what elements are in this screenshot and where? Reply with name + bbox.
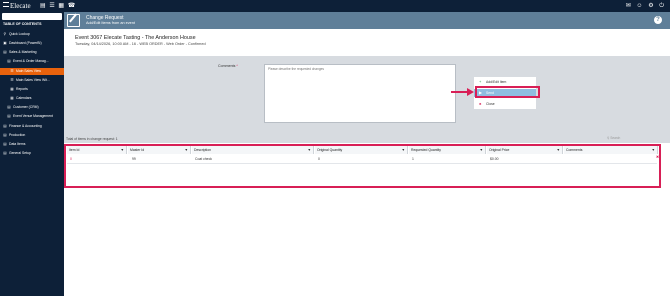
sidebar-item-label: Finance & Accounting xyxy=(9,124,42,128)
sidebar-item-label: Main Sales View xyxy=(16,69,42,73)
sidebar-item-main-sales-view[interactable]: ☰ Main Sales View xyxy=(0,68,64,75)
sidebar-item-label: Calendars xyxy=(16,96,32,100)
sidebar: TABLE OF CONTENTS ⚲ Quick Lookup ▣ Dashboa… xyxy=(0,12,64,296)
logo-text: Elecate xyxy=(10,2,31,10)
table-highlight xyxy=(64,144,661,188)
sidebar-item-dashboard[interactable]: ▣ Dashboard (PowerBI) xyxy=(0,40,64,47)
sidebar-item-production[interactable]: ▤ Production xyxy=(0,132,64,139)
search-icon: ⚲ xyxy=(3,32,7,36)
sidebar-item-finance[interactable]: ▤ Finance & Accounting xyxy=(0,123,64,130)
event-title: Event 3067 Elecate Tasting - The Anderso… xyxy=(75,35,196,41)
page-subtitle: Add/Edit Items from an event xyxy=(86,21,135,25)
app-logo[interactable]: Elecate xyxy=(3,2,31,10)
sidebar-item-event-venue[interactable]: ▤ Event Venue Management xyxy=(0,113,64,120)
list-icon: ☰ xyxy=(10,78,14,82)
arrow-annotation xyxy=(451,91,468,93)
folder-icon: ▤ xyxy=(7,114,11,118)
folder-icon: ▤ xyxy=(7,59,11,63)
sidebar-item-label: Main Sales View Wit... xyxy=(16,78,50,82)
items-total-label: Total of items in change request: 1 xyxy=(66,137,118,141)
folder-icon: ▤ xyxy=(3,124,7,128)
list-icon: ☰ xyxy=(10,69,14,73)
sidebar-item-sales-marketing[interactable]: ▤ Sales & Marketing xyxy=(0,49,64,56)
calendar-icon: ▦ xyxy=(10,96,14,100)
reports-icon: ▦ xyxy=(10,87,14,91)
edit-icon xyxy=(67,14,80,27)
close-button[interactable]: ✖ Close xyxy=(474,100,536,108)
sidebar-item-label: Event Venue Management xyxy=(13,114,53,118)
help-icon[interactable]: ? xyxy=(654,16,662,24)
comments-label: Comments * xyxy=(218,64,238,68)
sidebar-item-reports[interactable]: ▦ Reports xyxy=(0,86,64,93)
sidebar-item-label: Customer (CRM) xyxy=(13,105,39,109)
page-header xyxy=(64,12,670,29)
close-label: Close xyxy=(486,102,495,106)
close-icon: ✖ xyxy=(479,102,482,106)
comments-label-text: Comments xyxy=(218,64,236,68)
top-right-icons[interactable]: ✉ ☺ ⚙ ⏻ xyxy=(626,2,666,10)
add-edit-item-label: Add/Edit Item xyxy=(486,80,507,84)
menu-icon[interactable] xyxy=(3,2,9,7)
dashboard-icon: ▣ xyxy=(3,41,7,45)
required-marker: * xyxy=(236,64,238,68)
add-edit-item-button[interactable]: + Add/Edit Item xyxy=(474,78,536,86)
folder-icon: ▤ xyxy=(3,133,7,137)
sidebar-item-label: Sales & Marketing xyxy=(9,50,37,54)
folder-icon: ▤ xyxy=(3,151,7,155)
arrow-head-icon xyxy=(467,88,474,96)
grid-search-input[interactable]: ⚲ Search xyxy=(607,136,620,140)
sidebar-item-customer-crm[interactable]: ▤ Customer (CRM) xyxy=(0,104,64,111)
folder-icon: ▤ xyxy=(7,105,11,109)
sidebar-item-label: Data Items xyxy=(9,142,26,146)
sidebar-item-quick-lookup[interactable]: ⚲ Quick Lookup xyxy=(0,31,64,38)
sidebar-item-label: General Setup xyxy=(9,151,31,155)
folder-icon: ▤ xyxy=(3,50,7,54)
toc-label: TABLE OF CONTENTS xyxy=(3,22,42,26)
comments-textarea[interactable] xyxy=(264,64,456,123)
sidebar-item-general-setup[interactable]: ▤ General Setup xyxy=(0,150,64,157)
sidebar-item-calendars[interactable]: ▦ Calendars xyxy=(0,95,64,102)
sidebar-item-label: Quick Lookup xyxy=(9,32,30,36)
sidebar-item-label: Dashboard (PowerBI) xyxy=(9,41,42,45)
top-bar xyxy=(0,0,670,12)
sidebar-item-label: Reports xyxy=(16,87,28,91)
sidebar-item-label: Event & Order Manag... xyxy=(13,59,49,63)
sidebar-item-data-items[interactable]: ▤ Data Items xyxy=(0,141,64,148)
plus-icon: + xyxy=(479,79,482,84)
send-button-highlight xyxy=(475,86,540,98)
sidebar-search-input[interactable] xyxy=(2,13,62,20)
top-left-icons[interactable]: ▤ ☰ ▦ ☎ xyxy=(40,2,76,10)
folder-icon: ▤ xyxy=(3,142,7,146)
event-details: Tuesday, 04/14/2026, 10:00 AM - 16 - WEB… xyxy=(75,42,206,46)
sidebar-item-main-sales-view-with[interactable]: ☰ Main Sales View Wit... xyxy=(0,77,64,84)
sidebar-item-event-order[interactable]: ▤ Event & Order Manag... xyxy=(0,58,64,65)
sidebar-item-label: Production xyxy=(9,133,26,137)
